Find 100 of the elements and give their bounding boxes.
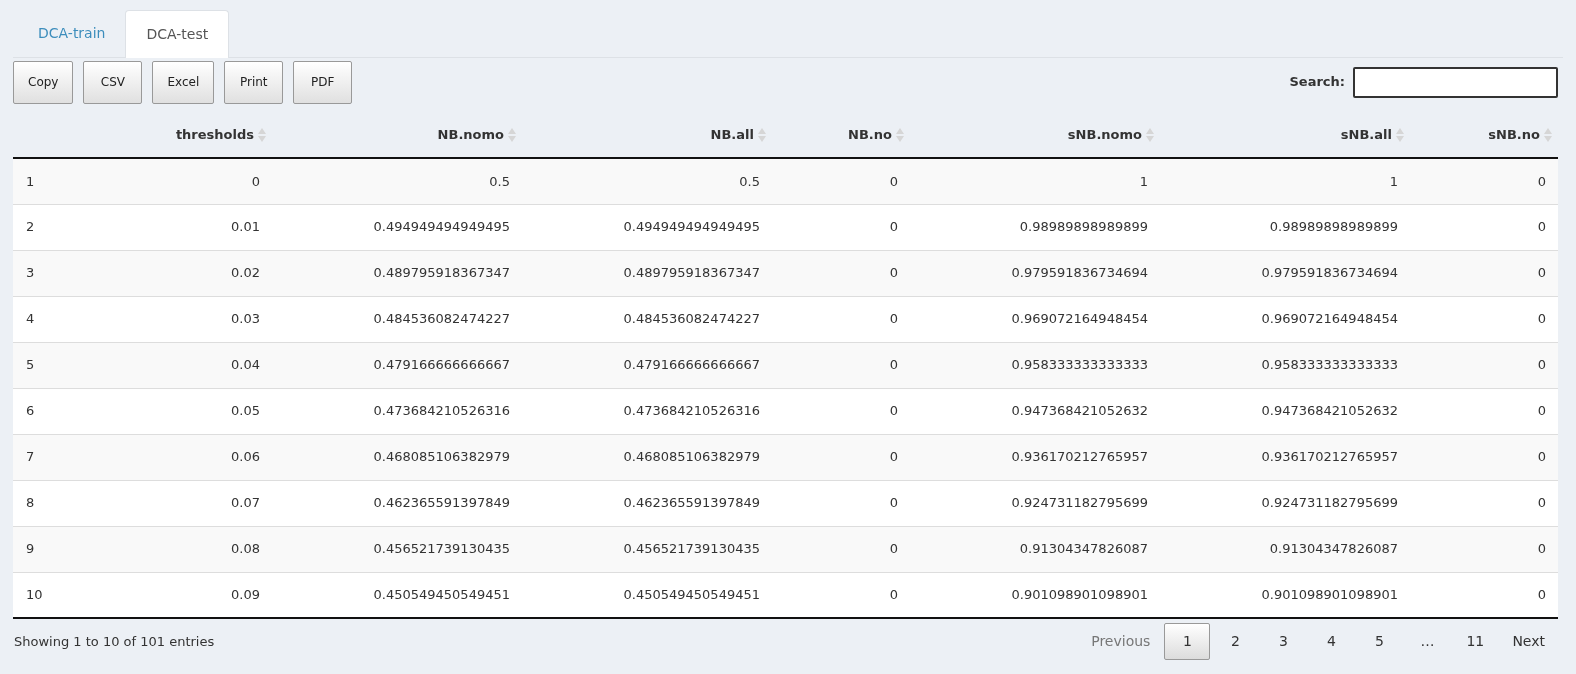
table-cell: 0.07 bbox=[231, 495, 260, 511]
sort-icon bbox=[1544, 126, 1552, 143]
table-cell: 0.450549450549451 bbox=[373, 587, 510, 602]
table-cell: 0.947368421052632 bbox=[1011, 403, 1148, 419]
table-cell: 0.98989898989899 bbox=[1019, 219, 1148, 235]
table-cell: 0.02 bbox=[231, 265, 260, 281]
table-cell: 0 bbox=[889, 219, 898, 235]
table-cell: 0.06 bbox=[231, 449, 260, 465]
column-header[interactable]: sNB.all bbox=[1340, 124, 1392, 145]
row-number: 9 bbox=[26, 541, 35, 557]
export-button[interactable]: PDF bbox=[293, 60, 353, 104]
table-cell: 0.479166666666667 bbox=[623, 357, 760, 373]
row-number: 8 bbox=[26, 495, 35, 511]
column-header[interactable]: NB.no bbox=[848, 124, 892, 145]
table-cell: 0.489795918367347 bbox=[373, 265, 510, 281]
table-cell: 0.450549450549451 bbox=[623, 587, 760, 602]
row-number: 6 bbox=[26, 403, 35, 419]
page-button[interactable]: 11 bbox=[1452, 623, 1499, 660]
row-number: 10 bbox=[26, 587, 43, 602]
row-number: 4 bbox=[26, 311, 35, 327]
table-cell: 0.91304347826087 bbox=[1269, 541, 1398, 557]
table-cell: 0.98989898989899 bbox=[1269, 219, 1398, 235]
table-cell: 0.958333333333333 bbox=[1261, 357, 1398, 373]
column-header[interactable]: NB.nomo bbox=[437, 124, 504, 145]
sort-icon bbox=[896, 126, 904, 143]
search-field[interactable] bbox=[1353, 66, 1558, 98]
sort-icon bbox=[258, 126, 266, 143]
table-cell: 0 bbox=[1537, 265, 1546, 281]
table-cell: 0.494949494949495 bbox=[373, 219, 510, 235]
table-cell: 0.5 bbox=[489, 173, 510, 189]
table-cell: 0.05 bbox=[231, 403, 260, 419]
table-cell: 0.936170212765957 bbox=[1261, 449, 1398, 465]
table-cell: 0 bbox=[1537, 357, 1546, 373]
row-number: 7 bbox=[26, 449, 35, 465]
table-cell: 0 bbox=[1537, 403, 1546, 419]
table-cell: 0.936170212765957 bbox=[1011, 449, 1148, 465]
table-cell: 0.468085106382979 bbox=[373, 449, 510, 465]
export-button[interactable]: Copy bbox=[13, 60, 74, 104]
table-cell: 0.468085106382979 bbox=[623, 449, 760, 465]
table-cell: 0.969072164948454 bbox=[1261, 311, 1398, 327]
table-cell: 0 bbox=[1537, 311, 1546, 327]
page-button[interactable]: 5 bbox=[1356, 623, 1403, 660]
ellipsis: … bbox=[1419, 632, 1436, 651]
column-header[interactable]: thresholds bbox=[175, 124, 254, 145]
tab[interactable]: DCA-test bbox=[125, 10, 230, 58]
table-cell: 0.494949494949495 bbox=[623, 219, 760, 235]
page-button[interactable]: 3 bbox=[1260, 623, 1307, 660]
sort-icon bbox=[758, 126, 766, 143]
table-cell: 0 bbox=[889, 495, 898, 511]
row-number: 1 bbox=[26, 173, 35, 189]
table-cell: 0 bbox=[889, 403, 898, 419]
column-header[interactable]: sNB.nomo bbox=[1067, 124, 1142, 145]
sort-icon bbox=[508, 126, 516, 143]
table-cell: 0.969072164948454 bbox=[1011, 311, 1148, 327]
table-cell: 1 bbox=[1139, 173, 1148, 189]
table-cell: 0.91304347826087 bbox=[1019, 541, 1148, 557]
column-header[interactable]: sNB.no bbox=[1488, 124, 1540, 145]
table-cell: 0.473684210526316 bbox=[623, 403, 760, 419]
table-info: Showing 1 to 10 of 101 entries bbox=[13, 632, 215, 651]
table-cell: 0.947368421052632 bbox=[1261, 403, 1398, 419]
sort-icon bbox=[1396, 126, 1404, 143]
table-cell: 0 bbox=[889, 265, 898, 281]
table-cell: 0 bbox=[889, 587, 898, 602]
table-cell: 0 bbox=[1537, 541, 1546, 557]
table-cell: 0.09 bbox=[231, 587, 260, 602]
table-cell: 0.484536082474227 bbox=[373, 311, 510, 327]
table-cell: 0 bbox=[251, 173, 260, 189]
table-cell: 0.479166666666667 bbox=[373, 357, 510, 373]
table-cell: 0.456521739130435 bbox=[623, 541, 760, 557]
table-cell: 0 bbox=[889, 449, 898, 465]
export-button[interactable]: CSV bbox=[83, 60, 143, 104]
next-button[interactable]: Next bbox=[1500, 623, 1557, 660]
table-cell: 0 bbox=[1537, 587, 1546, 602]
search-label: Search: bbox=[1289, 73, 1345, 92]
table-cell: 0.03 bbox=[231, 311, 260, 327]
export-button[interactable]: Excel bbox=[152, 60, 215, 104]
table-cell: 0.456521739130435 bbox=[373, 541, 510, 557]
page-button[interactable]: 4 bbox=[1308, 623, 1355, 660]
table-cell: 0.901098901098901 bbox=[1011, 587, 1148, 602]
table-cell: 0 bbox=[1537, 173, 1546, 189]
table-cell: 0 bbox=[1537, 449, 1546, 465]
table-cell: 0.979591836734694 bbox=[1261, 265, 1398, 281]
row-number: 2 bbox=[26, 219, 35, 235]
table-cell: 0 bbox=[889, 311, 898, 327]
table-cell: 0.958333333333333 bbox=[1011, 357, 1148, 373]
row-number: 5 bbox=[26, 357, 35, 373]
table-cell: 0.462365591397849 bbox=[623, 495, 760, 511]
page-button[interactable]: 2 bbox=[1212, 623, 1259, 660]
table-cell: 0.901098901098901 bbox=[1261, 587, 1398, 602]
table-cell: 0.5 bbox=[739, 173, 760, 189]
table-cell: 1 bbox=[1389, 173, 1398, 189]
page-button[interactable]: 1 bbox=[1164, 623, 1211, 660]
table-cell: 0 bbox=[889, 173, 898, 189]
table-cell: 0 bbox=[1537, 495, 1546, 511]
table-cell: 0 bbox=[889, 357, 898, 373]
table-cell: 0 bbox=[889, 541, 898, 557]
table-cell: 0.473684210526316 bbox=[373, 403, 510, 419]
table-cell: 0.979591836734694 bbox=[1011, 265, 1148, 281]
export-button[interactable]: Print bbox=[224, 60, 284, 104]
column-header[interactable]: NB.all bbox=[710, 124, 754, 145]
